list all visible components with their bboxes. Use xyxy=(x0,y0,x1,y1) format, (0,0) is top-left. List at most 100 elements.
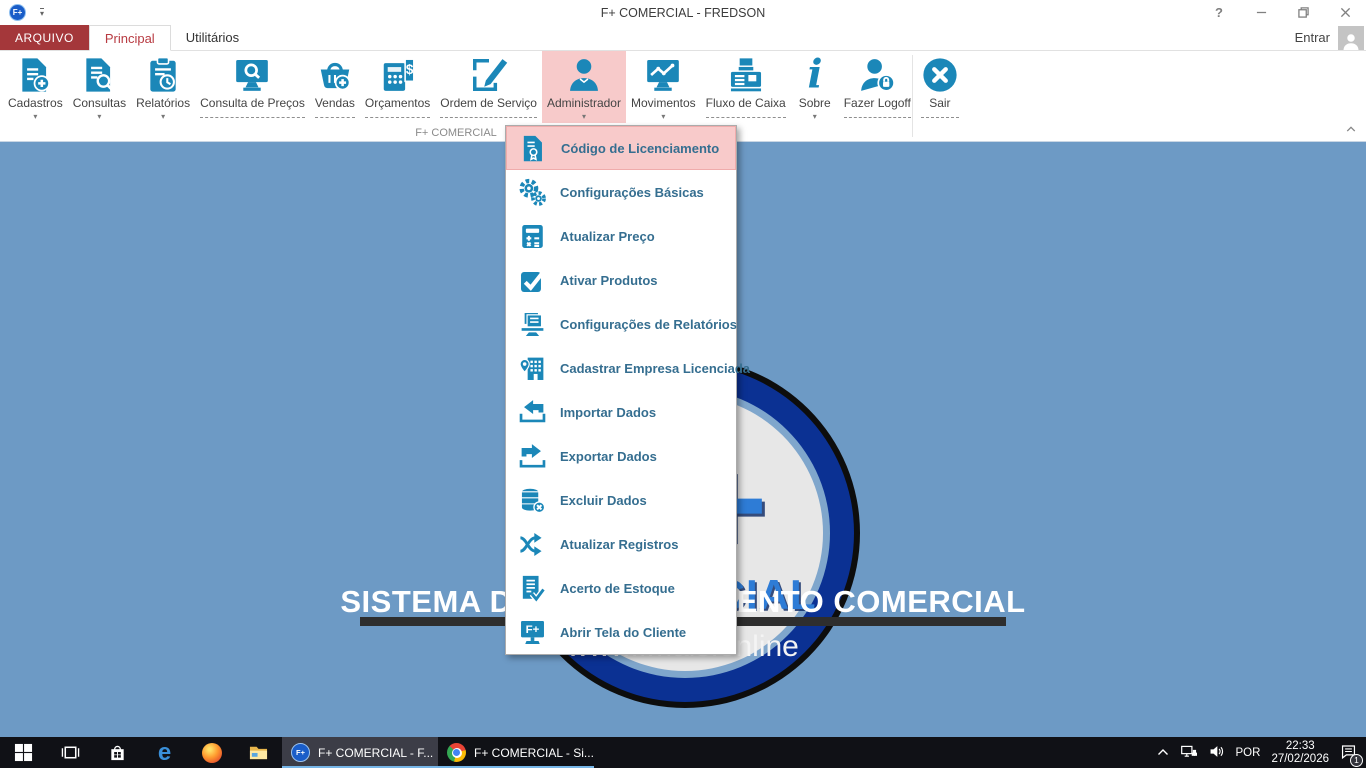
system-tray: POR 22:33 27/02/2026 1 xyxy=(1157,737,1366,768)
ribbon-tab-row: ARQUIVO Principal Utilitários Entrar xyxy=(0,25,1366,51)
menu-item-acerto-de-estoque[interactable]: Acerto de Estoque xyxy=(506,566,736,610)
ribbon-button-ordem-de-servico[interactable]: Ordem de Serviço xyxy=(435,51,542,123)
ribbon-button-consulta-de-precos[interactable]: Consulta de Preços xyxy=(195,51,310,123)
ribbon-button-fluxo-de-caixa[interactable]: Fluxo de Caixa xyxy=(701,51,791,123)
menu-item-atualizar-registros[interactable]: Atualizar Registros xyxy=(506,522,736,566)
show-hidden-icons-icon[interactable] xyxy=(1157,745,1169,760)
check-square-icon xyxy=(518,266,547,295)
person-icon xyxy=(565,56,603,94)
menu-item-abrir-tela-do-cliente[interactable]: Abrir Tela do Cliente xyxy=(506,610,736,654)
start-button[interactable] xyxy=(0,737,47,768)
dropdown-arrow-icon: ▾ xyxy=(547,110,621,122)
dashed-underline xyxy=(921,110,959,122)
minimize-button[interactable] xyxy=(1240,0,1282,25)
document-search-icon xyxy=(80,56,118,94)
language-indicator[interactable]: POR xyxy=(1236,747,1261,759)
title-bar: F+ ▾ F+ COMERCIAL - FREDSON ? xyxy=(0,0,1366,25)
cash-register-icon xyxy=(727,56,765,94)
ribbon-button-consultas[interactable]: Consultas ▾ xyxy=(68,51,131,123)
import-data-icon xyxy=(518,398,547,427)
dropdown-arrow-icon: ▾ xyxy=(73,110,126,122)
help-button[interactable]: ? xyxy=(1198,0,1240,25)
basket-add-icon xyxy=(316,56,354,94)
close-circle-icon xyxy=(921,56,959,94)
ribbon-button-administrador[interactable]: Administrador ▾ xyxy=(542,51,626,123)
ribbon-button-cadastros[interactable]: Cadastros ▾ xyxy=(3,51,68,123)
menu-item-configuracoes-de-relatorios[interactable]: Configurações de Relatórios xyxy=(506,302,736,346)
dashed-underline xyxy=(200,110,305,122)
printer-report-icon xyxy=(518,310,547,339)
ribbon-button-fazer-logoff[interactable]: Fazer Logoff xyxy=(839,51,916,123)
monitor-chart-icon xyxy=(644,56,682,94)
fplus-app-icon: F+ xyxy=(291,743,310,762)
quick-access-toolbar: F+ ▾ xyxy=(0,4,44,21)
menu-item-importar-dados[interactable]: Importar Dados xyxy=(506,390,736,434)
menu-item-excluir-dados[interactable]: Excluir Dados xyxy=(506,478,736,522)
file-explorer-icon[interactable] xyxy=(235,737,282,768)
administrador-dropdown-menu: Código de Licenciamento Configurações Bá… xyxy=(505,125,737,655)
taskbar-app-fplus[interactable]: F+ F+ COMERCIAL - F... xyxy=(282,737,438,768)
ribbon-button-orcamentos[interactable]: Orçamentos xyxy=(360,51,435,123)
info-icon xyxy=(796,56,834,94)
monitor-search-icon xyxy=(233,56,271,94)
ribbon-button-vendas[interactable]: Vendas xyxy=(310,51,360,123)
database-delete-icon xyxy=(518,486,547,515)
menu-item-exportar-dados[interactable]: Exportar Dados xyxy=(506,434,736,478)
tab-utilitarios[interactable]: Utilitários xyxy=(171,25,254,50)
taskbar-app-label: F+ COMERCIAL - F... xyxy=(318,746,433,760)
dropdown-arrow-icon: ▾ xyxy=(631,110,696,122)
chrome-icon xyxy=(447,743,466,762)
dropdown-arrow-icon: ▾ xyxy=(8,110,63,122)
app-logo-icon: F+ xyxy=(9,4,26,21)
user-avatar-icon[interactable] xyxy=(1338,26,1364,50)
taskbar-app-label: F+ COMERCIAL - Si... xyxy=(474,746,594,760)
ribbon-button-sair[interactable]: Sair xyxy=(916,51,964,123)
volume-icon[interactable] xyxy=(1208,743,1225,763)
calculator-icon xyxy=(518,222,547,251)
client-screen-icon xyxy=(518,618,547,647)
customize-quick-access-icon[interactable]: ▾ xyxy=(40,8,44,18)
tab-principal[interactable]: Principal xyxy=(89,25,171,51)
firefox-icon[interactable] xyxy=(188,737,235,768)
document-check-icon xyxy=(518,574,547,603)
ribbon-button-relatorios[interactable]: Relatórios ▾ xyxy=(131,51,195,123)
window-title: F+ COMERCIAL - FREDSON xyxy=(0,6,1366,20)
menu-item-atualizar-preco[interactable]: Atualizar Preço xyxy=(506,214,736,258)
tray-date: 27/02/2026 xyxy=(1271,753,1329,766)
taskbar: e F+ F+ COMERCIAL - F... F+ COMERCIAL - … xyxy=(0,737,1366,768)
building-pin-icon xyxy=(518,354,547,383)
document-add-icon xyxy=(16,56,54,94)
shuffle-icon xyxy=(518,530,547,559)
network-icon[interactable] xyxy=(1180,743,1197,763)
sign-in-link[interactable]: Entrar xyxy=(1295,30,1330,45)
task-view-icon[interactable] xyxy=(47,737,94,768)
ribbon-group-separator xyxy=(912,55,913,137)
close-button[interactable] xyxy=(1324,0,1366,25)
menu-item-configuracoes-basicas[interactable]: Configurações Básicas xyxy=(506,170,736,214)
clock[interactable]: 22:33 27/02/2026 xyxy=(1271,740,1329,766)
clipboard-clock-icon xyxy=(144,56,182,94)
notification-badge: 1 xyxy=(1350,754,1363,767)
ribbon-button-sobre[interactable]: Sobre ▾ xyxy=(791,51,839,123)
collapse-ribbon-icon[interactable] xyxy=(1346,121,1356,136)
action-center-icon[interactable]: 1 xyxy=(1340,743,1357,763)
tab-arquivo[interactable]: ARQUIVO xyxy=(0,25,89,50)
edge-icon[interactable]: e xyxy=(141,737,188,768)
dashed-underline xyxy=(315,110,355,122)
dashed-underline xyxy=(365,110,430,122)
taskbar-app-chrome[interactable]: F+ COMERCIAL - Si... xyxy=(438,737,594,768)
license-document-icon xyxy=(519,134,548,163)
export-data-icon xyxy=(518,442,547,471)
menu-item-ativar-produtos[interactable]: Ativar Produtos xyxy=(506,258,736,302)
ribbon-button-movimentos[interactable]: Movimentos ▾ xyxy=(626,51,701,123)
menu-item-cadastrar-empresa-licenciada[interactable]: Cadastrar Empresa Licenciada xyxy=(506,346,736,390)
dropdown-arrow-icon: ▾ xyxy=(796,110,834,122)
restore-button[interactable] xyxy=(1282,0,1324,25)
person-lock-icon xyxy=(858,56,896,94)
dashed-underline xyxy=(706,110,786,122)
dashed-underline xyxy=(844,110,911,122)
microsoft-store-icon[interactable] xyxy=(94,737,141,768)
menu-item-codigo-de-licenciamento[interactable]: Código de Licenciamento xyxy=(506,126,736,170)
gears-icon xyxy=(518,178,547,207)
pen-document-icon xyxy=(470,56,508,94)
